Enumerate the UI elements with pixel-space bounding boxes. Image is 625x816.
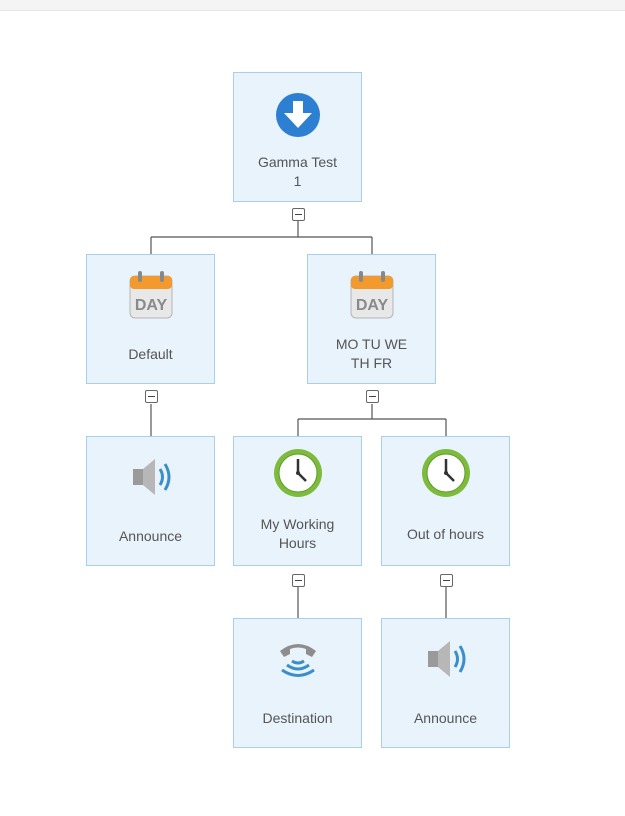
clock-icon [268,443,328,503]
speaker-icon [416,629,476,689]
node-label: Gamma Test 1 [257,154,338,189]
collapse-toggle-working-hours[interactable] [292,574,305,587]
node-destination[interactable]: Destination [233,618,362,748]
node-default[interactable]: DAY Default [86,254,215,384]
collapse-toggle-default[interactable] [145,390,158,403]
node-out-of-hours[interactable]: Out of hours [381,436,510,566]
svg-text:DAY: DAY [134,297,167,314]
collapse-toggle-out-of-hours[interactable] [440,574,453,587]
node-label: Destination [262,710,333,726]
node-working-hours[interactable]: My Working Hours [233,436,362,566]
node-announce-default[interactable]: Announce [86,436,215,566]
node-label: Announce [118,528,183,544]
node-label: My Working Hours [260,516,335,551]
node-announce-out-of-hours[interactable]: Announce [381,618,510,748]
svg-text:DAY: DAY [355,297,388,314]
calendar-day-icon: DAY [342,265,402,325]
download-arrow-icon [268,85,328,145]
node-label: Default [128,346,173,362]
node-label: MO TU WE TH FR [335,336,408,371]
phone-icon [268,629,328,689]
call-flow-canvas: Gamma Test 1 DAY Default DAY MO TU WE TH… [0,0,625,816]
collapse-toggle-root[interactable] [292,208,305,221]
node-weekdays[interactable]: DAY MO TU WE TH FR [307,254,436,384]
speaker-icon [121,447,181,507]
collapse-toggle-weekdays[interactable] [366,390,379,403]
node-label: Announce [413,710,478,726]
node-gamma-test[interactable]: Gamma Test 1 [233,72,362,202]
calendar-day-icon: DAY [121,265,181,325]
node-label: Out of hours [406,526,485,542]
clock-icon [416,443,476,503]
